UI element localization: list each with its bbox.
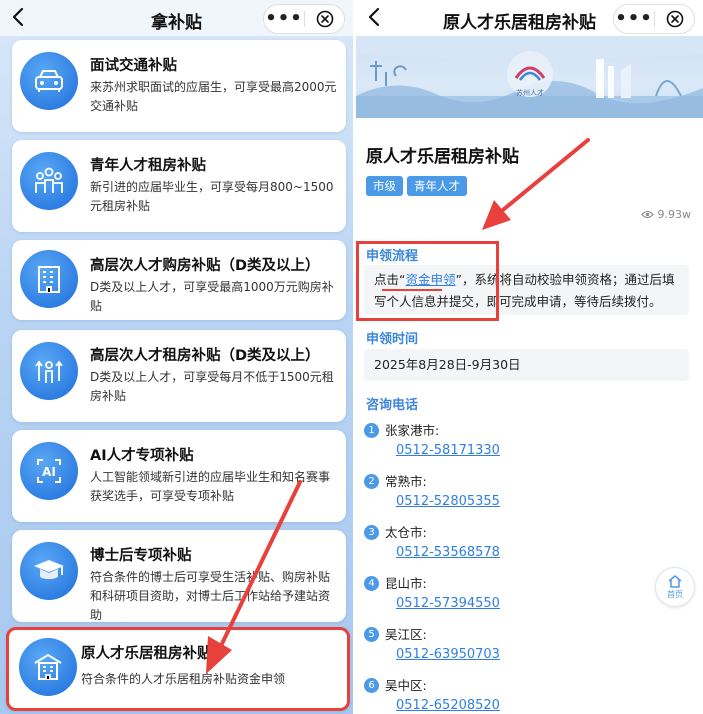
header-banner: 苏州人才 — [356, 36, 703, 118]
card-description: D类及以上人才，可享受每月不低于1500元租房补贴 — [90, 370, 334, 403]
subsidy-card-talent-rent[interactable]: 高层次人才租房补贴（D类及以上） D类及以上人才，可享受每月不低于1500元租房… — [12, 330, 346, 422]
card-title: AI人才专项补贴 — [90, 448, 194, 464]
contact-index: 2 — [364, 474, 379, 489]
ai-icon: AI — [20, 442, 78, 500]
close-button[interactable] — [305, 10, 344, 28]
subsidy-title: 原人才乐居租房补贴 — [366, 147, 519, 167]
section-heading-contacts: 咨询电话 — [366, 398, 419, 413]
card-description: 来苏州求职面试的应届生，可享受最高2000元交通补贴 — [90, 80, 337, 113]
card-title: 青年人才租房补贴 — [90, 158, 206, 174]
home-button[interactable]: 首页 — [655, 567, 695, 607]
contact-item: 1 张家港市: 0512-58171330 — [364, 420, 689, 458]
time-box: 2025年8月28日-9月30日 — [364, 349, 689, 381]
card-title: 面试交通补贴 — [90, 58, 177, 74]
contact-area: 吴江区: — [385, 627, 427, 642]
contact-item: 6 吴中区: 0512-65208520 — [364, 675, 689, 713]
home-label: 首页 — [667, 590, 683, 599]
contact-phone-link[interactable]: 0512-52805355 — [396, 494, 689, 509]
contact-index: 1 — [364, 423, 379, 438]
contact-phone-link[interactable]: 0512-53568578 — [396, 545, 689, 560]
subsidy-card-talent-lejiu-rent[interactable]: 原人才乐居租房补贴 符合条件的人才乐居租房补贴资金申领 — [6, 627, 350, 711]
contact-area: 常熟市: — [385, 474, 427, 489]
contact-area: 昆山市: — [385, 576, 427, 591]
contact-area: 张家港市: — [385, 423, 440, 438]
mini-program-capsule: ••• — [263, 4, 345, 34]
card-description: 新引进的应届毕业生，可享受每月800~1500元租房补贴 — [90, 180, 334, 213]
subsidy-card-postdoc[interactable]: 博士后专项补贴 符合条件的博士后可享受生活补贴、购房补贴和科研项目资助，对博士后… — [12, 530, 346, 622]
contact-item: 3 太仓市: 0512-53568578 — [364, 522, 689, 560]
card-title: 原人才乐居租房补贴 — [81, 646, 212, 662]
contact-index: 4 — [364, 576, 379, 591]
contact-item: 2 常熟市: 0512-52805355 — [364, 471, 689, 509]
view-count: 9.93w — [640, 208, 692, 221]
subsidy-card-talent-purchase[interactable]: 高层次人才购房补贴（D类及以上） D类及以上人才，可享受最高1000万元购房补贴 — [12, 240, 346, 320]
mini-program-capsule: ••• — [613, 4, 695, 34]
close-circle-icon — [316, 10, 333, 28]
left-top-bar: 拿补贴 ••• — [0, 0, 353, 36]
more-options-button[interactable]: ••• — [614, 10, 654, 28]
card-description: 符合条件的人才乐居租房补贴资金申领 — [81, 672, 286, 686]
graduate-cap-icon — [20, 542, 78, 600]
home-icon — [668, 575, 682, 588]
apartment-icon — [19, 638, 77, 696]
annotation-underline — [382, 289, 442, 291]
contact-area: 太仓市: — [385, 525, 427, 540]
view-count-value: 9.93w — [657, 208, 692, 221]
contact-phone-link[interactable]: 0512-57394550 — [396, 596, 689, 611]
contact-index: 3 — [364, 525, 379, 540]
card-description: 人工智能领域新引进的应届毕业生和知名赛事获奖选手，可享受专项补贴 — [90, 470, 331, 503]
tag-youth-talent: 青年人才 — [407, 176, 467, 196]
arrows-up-icon — [20, 342, 78, 400]
more-options-button[interactable]: ••• — [264, 10, 304, 28]
contact-item: 5 吴江区: 0512-63950703 — [364, 624, 689, 662]
contact-index: 5 — [364, 627, 379, 642]
people-icon — [20, 152, 78, 210]
card-description: D类及以上人才，可享受最高1000万元购房补贴 — [90, 280, 334, 313]
eye-icon — [640, 210, 654, 219]
close-button[interactable] — [655, 10, 694, 28]
left-screen: 拿补贴 ••• 面试交通补贴 来苏州求职面试的应届生，可享受最高2000元交通补… — [0, 0, 353, 714]
card-title: 博士后专项补贴 — [90, 548, 192, 564]
card-title: 高层次人才购房补贴（D类及以上） — [90, 258, 320, 274]
subsidy-card-ai-talent[interactable]: AI AI人才专项补贴 人工智能领域新引进的应届毕业生和知名赛事获奖选手，可享受… — [12, 430, 346, 522]
contact-area: 吴中区: — [385, 678, 427, 693]
subsidy-card-youth-rent[interactable]: 青年人才租房补贴 新引进的应届毕业生，可享受每月800~1500元租房补贴 — [12, 140, 346, 232]
svg-text:AI: AI — [42, 465, 56, 479]
car-icon — [20, 52, 78, 110]
annotation-highlight-box — [356, 241, 499, 321]
building-icon — [20, 250, 78, 308]
section-heading-time: 申领时间 — [366, 332, 419, 347]
banner-logo-text: 苏州人才 — [516, 89, 544, 97]
right-top-bar: 原人才乐居租房补贴 ••• — [356, 0, 703, 36]
right-screen: 原人才乐居租房补贴 ••• 苏州人才 原人才乐居租房补贴 市级 青年人才 9.9… — [356, 0, 703, 714]
contact-phone-link[interactable]: 0512-58171330 — [396, 443, 689, 458]
card-description: 符合条件的博士后可享受生活补贴、购房补贴和科研项目资助，对博士后工作站给予建站资… — [90, 570, 331, 622]
apply-time-value: 2025年8月28日-9月30日 — [374, 357, 521, 372]
card-title: 高层次人才租房补贴（D类及以上） — [90, 348, 320, 364]
subsidy-card-interview-transport[interactable]: 面试交通补贴 来苏州求职面试的应届生，可享受最高2000元交通补贴 — [12, 40, 346, 132]
contact-phone-link[interactable]: 0512-65208520 — [396, 698, 689, 713]
close-circle-icon — [666, 10, 683, 28]
contact-item: 4 昆山市: 0512-57394550 — [364, 573, 689, 611]
contact-phone-link[interactable]: 0512-63950703 — [396, 647, 689, 662]
contact-index: 6 — [364, 678, 379, 693]
tag-city-level: 市级 — [366, 176, 403, 196]
